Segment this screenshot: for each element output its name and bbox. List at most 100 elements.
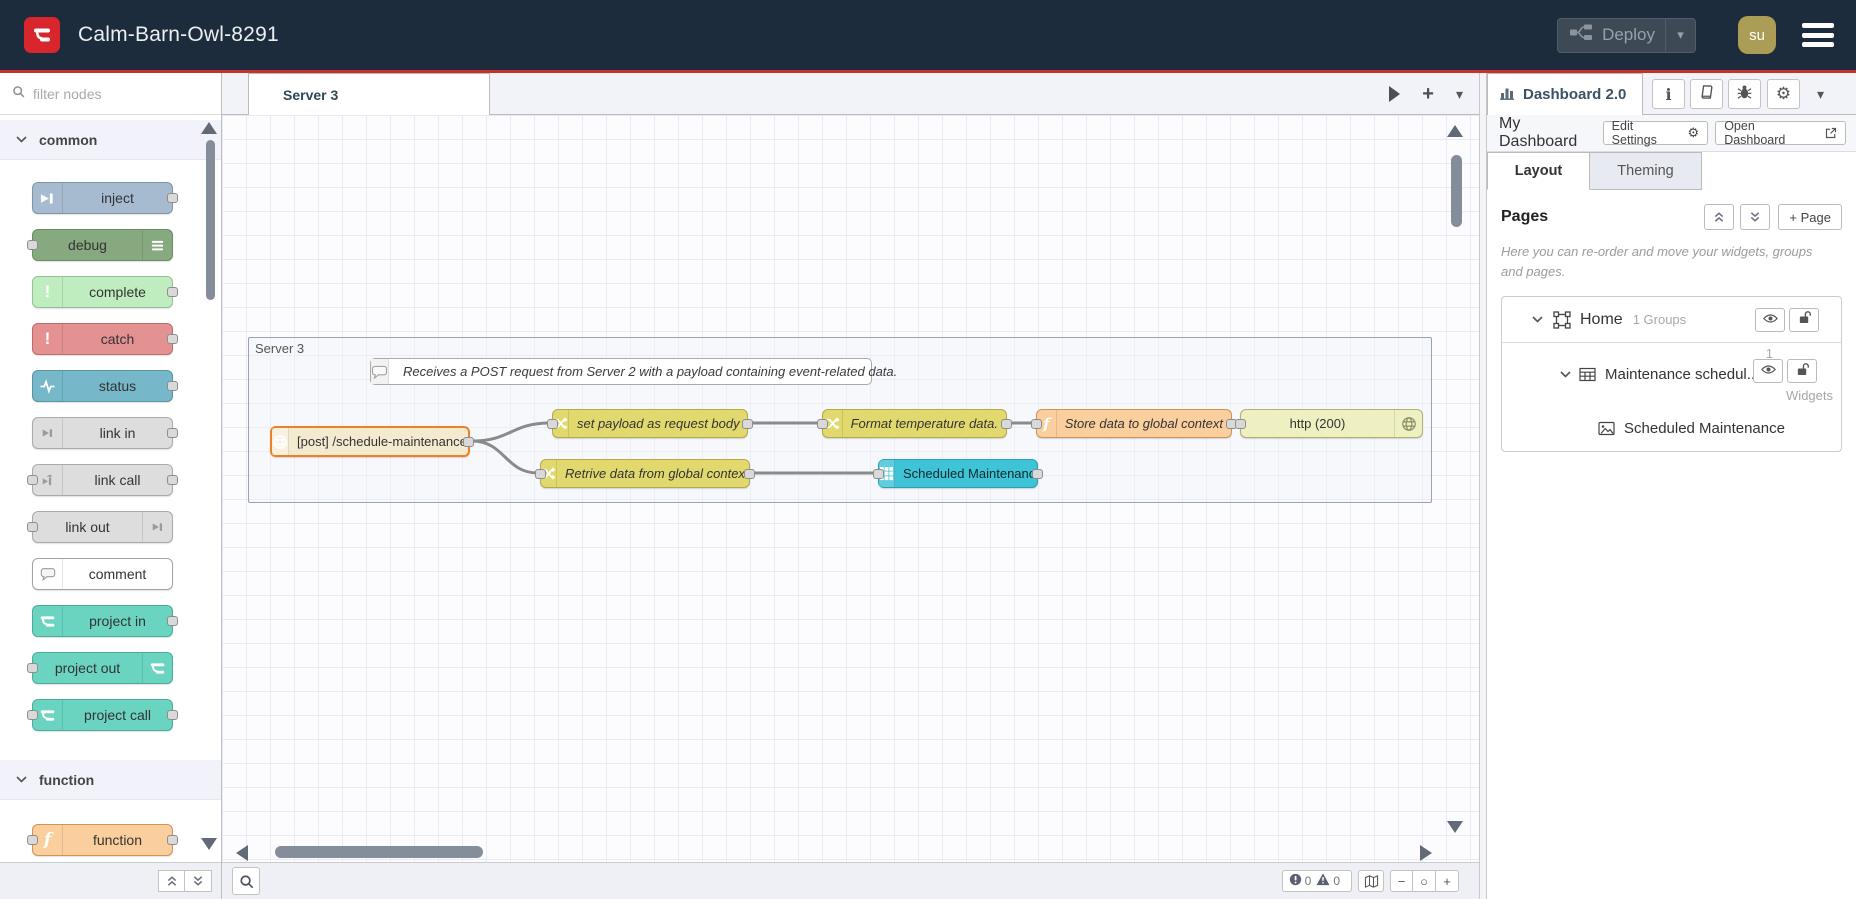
palette-scroll-down-arrow[interactable] bbox=[201, 838, 217, 850]
chevron-down-icon[interactable] bbox=[1532, 316, 1543, 323]
settings-tab-button[interactable]: ⚙ bbox=[1767, 79, 1800, 109]
flow-node-http-in[interactable]: [post] /schedule-maintenance bbox=[270, 426, 474, 457]
canvas-horizontal-scrollbar-thumb[interactable] bbox=[275, 846, 483, 858]
flow-canvas[interactable]: Server 3 Receives a POST request from Se… bbox=[222, 115, 1479, 862]
palette-node-inject[interactable]: inject bbox=[32, 182, 178, 214]
input-port[interactable] bbox=[27, 240, 38, 250]
add-flow-button[interactable]: + bbox=[1422, 84, 1434, 104]
input-port[interactable] bbox=[535, 468, 546, 479]
tab-scroll-right-icon[interactable] bbox=[1389, 86, 1401, 102]
main-menu-button[interactable] bbox=[1802, 23, 1834, 47]
palette-node-link-call[interactable]: link call bbox=[27, 464, 178, 496]
input-port[interactable] bbox=[27, 835, 38, 845]
collapse-all-pages-button[interactable] bbox=[1704, 204, 1735, 230]
input-port[interactable] bbox=[27, 522, 38, 532]
tree-row-page-home[interactable]: Home 1 Groups bbox=[1502, 297, 1841, 344]
canvas-vertical-scrollbar-thumb[interactable] bbox=[1451, 155, 1462, 227]
chevron-down-icon[interactable] bbox=[1560, 371, 1571, 378]
sidebar-tab-dashboard[interactable]: Dashboard 2.0 bbox=[1487, 73, 1643, 115]
flow-node-http-response[interactable]: http (200) bbox=[1235, 409, 1423, 438]
palette-category-common[interactable]: common bbox=[0, 120, 221, 160]
deploy-button[interactable]: Deploy ▾ bbox=[1557, 17, 1696, 53]
flow-node-retrieve-global[interactable]: Retrive data from global context bbox=[535, 459, 755, 488]
flow-node-table-widget[interactable]: Scheduled Maintenance bbox=[873, 459, 1043, 488]
input-port[interactable] bbox=[1031, 418, 1042, 429]
output-port[interactable] bbox=[1032, 468, 1043, 479]
input-port[interactable] bbox=[873, 468, 884, 479]
output-port[interactable] bbox=[167, 334, 178, 344]
palette-node-project-call[interactable]: project call bbox=[27, 699, 178, 731]
output-port[interactable] bbox=[167, 475, 178, 485]
palette-node-complete[interactable]: ! complete bbox=[32, 276, 178, 308]
sidebar-splitter[interactable] bbox=[1479, 73, 1487, 899]
input-port[interactable] bbox=[1235, 418, 1246, 429]
output-port[interactable] bbox=[167, 710, 178, 720]
palette-node-debug[interactable]: debug bbox=[27, 229, 173, 261]
palette-category-function[interactable]: function bbox=[0, 760, 221, 800]
zoom-out-button[interactable]: − bbox=[1390, 870, 1413, 892]
canvas-scroll-down-arrow[interactable] bbox=[1447, 821, 1463, 833]
debug-tab-button[interactable] bbox=[1728, 79, 1761, 109]
input-port[interactable] bbox=[27, 663, 38, 673]
tab-layout[interactable]: Layout bbox=[1487, 152, 1590, 190]
page-lock-button[interactable] bbox=[1789, 307, 1819, 332]
tab-theming[interactable]: Theming bbox=[1590, 152, 1702, 190]
canvas-scroll-right-arrow[interactable] bbox=[1420, 845, 1432, 861]
palette-scrollbar-thumb[interactable] bbox=[206, 140, 215, 300]
expand-all-pages-button[interactable] bbox=[1740, 204, 1771, 230]
palette-scroll-area[interactable]: common inject debug ! complete ! catch s… bbox=[0, 115, 221, 862]
palette-node-project-in[interactable]: project in bbox=[32, 605, 178, 637]
edit-settings-button[interactable]: Edit Settings ⚙ bbox=[1602, 119, 1709, 147]
group-visibility-button[interactable] bbox=[1753, 359, 1783, 384]
palette-scroll-up-arrow[interactable] bbox=[201, 122, 217, 134]
group-lock-button[interactable] bbox=[1787, 359, 1817, 384]
tree-row-group-maintenance[interactable]: Maintenance schedul... 1 Widgets bbox=[1502, 343, 1841, 405]
input-port[interactable] bbox=[27, 710, 38, 720]
page-visibility-button[interactable] bbox=[1755, 307, 1785, 332]
palette-node-link-in[interactable]: link in bbox=[32, 417, 178, 449]
zoom-in-button[interactable]: + bbox=[1436, 870, 1459, 892]
output-port[interactable] bbox=[744, 468, 755, 479]
flow-list-caret[interactable]: ▾ bbox=[1456, 86, 1463, 103]
output-port[interactable] bbox=[167, 287, 178, 297]
output-port[interactable] bbox=[167, 835, 178, 845]
palette-search[interactable] bbox=[0, 73, 221, 115]
palette-node-catch[interactable]: ! catch bbox=[32, 323, 178, 355]
output-port[interactable] bbox=[167, 428, 178, 438]
tree-row-widget-scheduled-maintenance[interactable]: Scheduled Maintenance bbox=[1502, 405, 1841, 451]
flow-status-counts[interactable]: 0 0 bbox=[1281, 870, 1352, 892]
workspace-tab-server-3[interactable]: Server 3 bbox=[248, 73, 490, 115]
collapse-all-categories-button[interactable] bbox=[158, 870, 185, 892]
flow-node-store-global[interactable]: f Store data to global context bbox=[1031, 409, 1237, 438]
input-port[interactable] bbox=[27, 475, 38, 485]
expand-all-categories-button[interactable] bbox=[185, 870, 212, 892]
output-port[interactable] bbox=[167, 616, 178, 626]
output-port[interactable] bbox=[1001, 418, 1012, 429]
palette-search-input[interactable] bbox=[33, 85, 193, 102]
navigator-toggle-button[interactable] bbox=[1358, 870, 1384, 892]
deploy-options-caret[interactable]: ▾ bbox=[1665, 17, 1695, 53]
palette-node-status[interactable]: status bbox=[32, 370, 178, 402]
canvas-scroll-up-arrow[interactable] bbox=[1447, 125, 1463, 137]
output-port[interactable] bbox=[167, 381, 178, 391]
flow-node-format-temperature[interactable]: Format temperature data. bbox=[817, 409, 1012, 438]
palette-node-comment[interactable]: comment bbox=[32, 558, 173, 590]
input-port[interactable] bbox=[547, 418, 558, 429]
help-tab-button[interactable] bbox=[1690, 79, 1723, 109]
canvas-scroll-left-arrow[interactable] bbox=[236, 845, 248, 861]
add-page-button[interactable]: + Page bbox=[1778, 204, 1842, 230]
info-tab-button[interactable]: i bbox=[1652, 79, 1685, 109]
canvas-search-button[interactable] bbox=[232, 867, 260, 895]
output-port[interactable] bbox=[463, 436, 474, 447]
output-port[interactable] bbox=[167, 193, 178, 203]
comment-node[interactable]: Receives a POST request from Server 2 wi… bbox=[370, 358, 897, 385]
palette-node-function[interactable]: f function bbox=[27, 824, 178, 856]
input-port[interactable] bbox=[817, 418, 828, 429]
open-dashboard-button[interactable]: Open Dashboard bbox=[1715, 119, 1846, 147]
zoom-reset-button[interactable]: ○ bbox=[1413, 870, 1436, 892]
palette-node-link-out[interactable]: link out bbox=[27, 511, 173, 543]
output-port[interactable] bbox=[742, 418, 753, 429]
palette-node-project-out[interactable]: project out bbox=[27, 652, 173, 684]
sidebar-options-caret[interactable]: ▾ bbox=[1817, 86, 1824, 103]
user-avatar[interactable]: su bbox=[1738, 16, 1776, 54]
